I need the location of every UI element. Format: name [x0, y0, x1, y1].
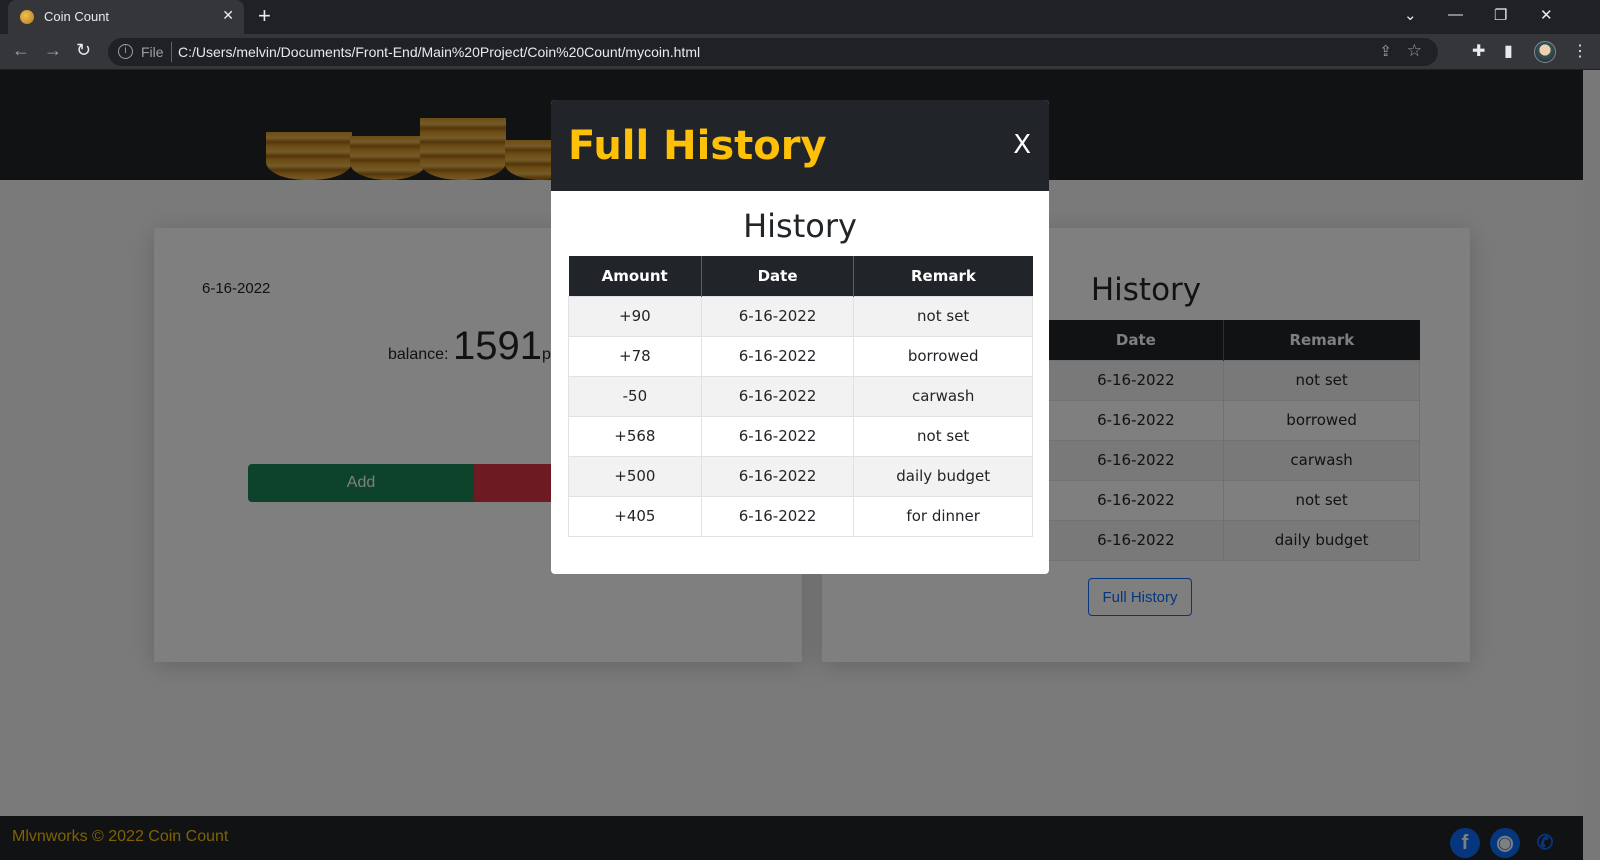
date-cell: 6-16-2022 — [700, 415, 855, 457]
amount-cell: +78 — [568, 335, 702, 377]
bookmark-star-icon[interactable]: ☆ — [1407, 41, 1422, 61]
new-tab-icon[interactable]: + — [258, 4, 271, 28]
table-row: +405 6-16-2022 for dinner — [568, 495, 1033, 537]
modal-history-heading: History — [743, 207, 857, 245]
tab-search-icon[interactable]: ⌄ — [1404, 6, 1417, 24]
browser-toolbar: ← → ↻ i File C:/Users/melvin/Documents/F… — [0, 34, 1600, 70]
modal-header: Full History X — [551, 100, 1049, 191]
close-tab-icon[interactable]: ✕ — [222, 7, 234, 24]
info-icon[interactable]: i — [118, 44, 133, 59]
profile-avatar[interactable] — [1534, 41, 1556, 63]
share-icon[interactable]: ⇪ — [1379, 42, 1392, 60]
column-date: Date — [701, 256, 855, 296]
table-row: -50 6-16-2022 carwash — [568, 375, 1033, 417]
minimize-icon[interactable]: — — [1448, 6, 1463, 23]
side-panel-icon[interactable]: ▮ — [1504, 41, 1513, 61]
remark-cell: carwash — [853, 375, 1033, 417]
full-history-table: Amount Date Remark +90 6-16-2022 not set +… — [568, 256, 1033, 537]
date-cell: 6-16-2022 — [700, 335, 855, 377]
date-cell: 6-16-2022 — [700, 495, 855, 537]
modal-close-button[interactable]: X — [1013, 130, 1031, 160]
amount-cell: +500 — [568, 455, 702, 497]
menu-icon[interactable]: ⋮ — [1572, 41, 1588, 61]
browser-tabbar: Coin Count ✕ + ⌄ — ❐ ✕ — [0, 0, 1600, 34]
remark-cell: daily budget — [853, 455, 1033, 497]
table-row: +500 6-16-2022 daily budget — [568, 455, 1033, 497]
date-cell: 6-16-2022 — [700, 295, 855, 337]
amount-cell: +405 — [568, 495, 702, 537]
reload-icon[interactable]: ↻ — [76, 40, 91, 61]
coin-favicon-icon — [20, 10, 34, 24]
remark-cell: not set — [853, 295, 1033, 337]
back-icon[interactable]: ← — [12, 40, 30, 61]
tab-title: Coin Count — [44, 9, 110, 24]
date-cell: 6-16-2022 — [700, 455, 855, 497]
remark-cell: borrowed — [853, 335, 1033, 377]
forward-icon[interactable]: → — [44, 40, 62, 61]
extensions-icon[interactable]: ✚ — [1472, 41, 1485, 61]
remark-cell: for dinner — [853, 495, 1033, 537]
table-row: +568 6-16-2022 not set — [568, 415, 1033, 457]
url-text[interactable]: C:/Users/melvin/Documents/Front-End/Main… — [178, 44, 700, 60]
url-scheme: File — [141, 44, 164, 60]
address-bar[interactable]: i File C:/Users/melvin/Documents/Front-E… — [108, 38, 1438, 66]
amount-cell: +90 — [568, 295, 702, 337]
window-close-icon[interactable]: ✕ — [1540, 6, 1553, 24]
table-row: +90 6-16-2022 not set — [568, 295, 1033, 337]
column-amount: Amount — [568, 256, 702, 296]
modal-title: Full History — [568, 123, 827, 169]
divider — [171, 42, 172, 62]
table-row: +78 6-16-2022 borrowed — [568, 335, 1033, 377]
amount-cell: +568 — [568, 415, 702, 457]
restore-icon[interactable]: ❐ — [1494, 6, 1507, 24]
date-cell: 6-16-2022 — [700, 375, 855, 417]
table-header-row: Amount Date Remark — [568, 256, 1033, 296]
browser-tab[interactable]: Coin Count ✕ — [8, 0, 244, 34]
remark-cell: not set — [853, 415, 1033, 457]
column-remark: Remark — [853, 256, 1033, 296]
full-history-modal: Full History X History Amount Date Remar… — [551, 100, 1049, 574]
amount-cell: -50 — [568, 375, 702, 417]
